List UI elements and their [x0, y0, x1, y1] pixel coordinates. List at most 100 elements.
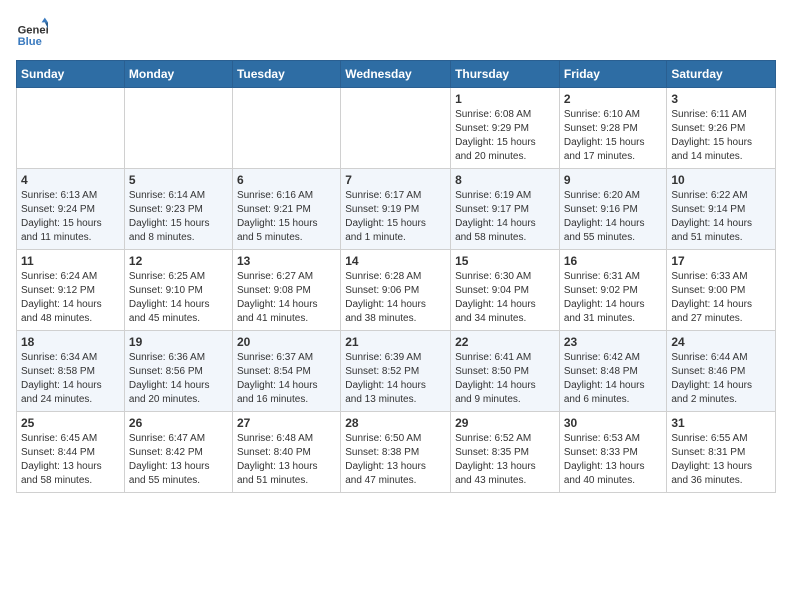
day-number: 29: [455, 416, 555, 430]
day-info: Sunrise: 6:17 AM Sunset: 9:19 PM Dayligh…: [345, 189, 446, 245]
calendar-cell: 2 Sunrise: 6:10 AM Sunset: 9:28 PM Daylig…: [559, 88, 667, 169]
calendar-cell: [17, 88, 125, 169]
day-number: 26: [129, 416, 228, 430]
calendar-cell: 24 Sunrise: 6:44 AM Sunset: 8:46 PM Dayli…: [667, 331, 776, 412]
day-info: Sunrise: 6:42 AM Sunset: 8:48 PM Dayligh…: [564, 351, 663, 407]
calendar-cell: 4 Sunrise: 6:13 AM Sunset: 9:24 PM Daylig…: [17, 169, 125, 250]
day-info: Sunrise: 6:19 AM Sunset: 9:17 PM Dayligh…: [455, 189, 555, 245]
day-number: 22: [455, 335, 555, 349]
day-info: Sunrise: 6:41 AM Sunset: 8:50 PM Dayligh…: [455, 351, 555, 407]
day-info: Sunrise: 6:25 AM Sunset: 9:10 PM Dayligh…: [129, 270, 228, 326]
calendar-cell: 31 Sunrise: 6:55 AM Sunset: 8:31 PM Dayli…: [667, 412, 776, 493]
day-info: Sunrise: 6:50 AM Sunset: 8:38 PM Dayligh…: [345, 432, 446, 488]
svg-text:General: General: [18, 25, 48, 37]
day-header-tuesday: Tuesday: [232, 61, 340, 88]
calendar-cell: 19Sunrise: 6:36 AM Sunset: 8:56 PM Dayli…: [124, 331, 232, 412]
day-number: 25: [21, 416, 120, 430]
day-info: Sunrise: 6:16 AM Sunset: 9:21 PM Dayligh…: [237, 189, 336, 245]
day-info: Sunrise: 6:27 AM Sunset: 9:08 PM Dayligh…: [237, 270, 336, 326]
day-number: 23: [564, 335, 663, 349]
calendar-cell: 27 Sunrise: 6:48 AM Sunset: 8:40 PM Dayli…: [232, 412, 340, 493]
day-header-monday: Monday: [124, 61, 232, 88]
calendar-cell: 18Sunrise: 6:34 AM Sunset: 8:58 PM Dayli…: [17, 331, 125, 412]
day-number: 15: [455, 254, 555, 268]
logo: General Blue: [16, 16, 48, 48]
day-info: Sunrise: 6:20 AM Sunset: 9:16 PM Dayligh…: [564, 189, 663, 245]
calendar-cell: 28 Sunrise: 6:50 AM Sunset: 8:38 PM Dayli…: [341, 412, 451, 493]
day-number: 31: [671, 416, 771, 430]
day-info: Sunrise: 6:36 AM Sunset: 8:56 PM Dayligh…: [129, 351, 228, 407]
day-number: 4: [21, 173, 120, 187]
day-number: 13: [237, 254, 336, 268]
day-number: 20: [237, 335, 336, 349]
day-number: 2: [564, 92, 663, 106]
day-number: 8: [455, 173, 555, 187]
day-info: Sunrise: 6:14 AM Sunset: 9:23 PM Dayligh…: [129, 189, 228, 245]
calendar-cell: 12 Sunrise: 6:25 AM Sunset: 9:10 PM Dayli…: [124, 250, 232, 331]
day-info: Sunrise: 6:53 AM Sunset: 8:33 PM Dayligh…: [564, 432, 663, 488]
day-number: 27: [237, 416, 336, 430]
day-header-wednesday: Wednesday: [341, 61, 451, 88]
day-info: Sunrise: 6:08 AM Sunset: 9:29 PM Dayligh…: [455, 108, 555, 164]
svg-text:Blue: Blue: [18, 36, 42, 48]
calendar-cell: 1 Sunrise: 6:08 AM Sunset: 9:29 PM Daylig…: [451, 88, 560, 169]
calendar-cell: 5 Sunrise: 6:14 AM Sunset: 9:23 PM Daylig…: [124, 169, 232, 250]
day-info: Sunrise: 6:34 AM Sunset: 8:58 PM Dayligh…: [21, 351, 120, 407]
day-header-thursday: Thursday: [451, 61, 560, 88]
calendar-cell: 16Sunrise: 6:31 AM Sunset: 9:02 PM Dayli…: [559, 250, 667, 331]
logo-icon: General Blue: [16, 16, 48, 48]
day-number: 6: [237, 173, 336, 187]
day-number: 1: [455, 92, 555, 106]
calendar-cell: 15 Sunrise: 6:30 AM Sunset: 9:04 PM Dayli…: [451, 250, 560, 331]
calendar-cell: 3 Sunrise: 6:11 AM Sunset: 9:26 PM Daylig…: [667, 88, 776, 169]
calendar-table: SundayMondayTuesdayWednesdayThursdayFrid…: [16, 60, 776, 493]
calendar-cell: 11Sunrise: 6:24 AM Sunset: 9:12 PM Dayli…: [17, 250, 125, 331]
day-number: 17: [671, 254, 771, 268]
day-number: 10: [671, 173, 771, 187]
day-info: Sunrise: 6:52 AM Sunset: 8:35 PM Dayligh…: [455, 432, 555, 488]
day-number: 7: [345, 173, 446, 187]
day-number: 14: [345, 254, 446, 268]
day-number: 5: [129, 173, 228, 187]
calendar-cell: 22 Sunrise: 6:41 AM Sunset: 8:50 PM Dayli…: [451, 331, 560, 412]
day-info: Sunrise: 6:48 AM Sunset: 8:40 PM Dayligh…: [237, 432, 336, 488]
day-info: Sunrise: 6:39 AM Sunset: 8:52 PM Dayligh…: [345, 351, 446, 407]
day-number: 12: [129, 254, 228, 268]
calendar-cell: 23 Sunrise: 6:42 AM Sunset: 8:48 PM Dayli…: [559, 331, 667, 412]
day-info: Sunrise: 6:33 AM Sunset: 9:00 PM Dayligh…: [671, 270, 771, 326]
calendar-cell: 21 Sunrise: 6:39 AM Sunset: 8:52 PM Dayli…: [341, 331, 451, 412]
day-info: Sunrise: 6:47 AM Sunset: 8:42 PM Dayligh…: [129, 432, 228, 488]
day-header-saturday: Saturday: [667, 61, 776, 88]
calendar-cell: 6 Sunrise: 6:16 AM Sunset: 9:21 PM Daylig…: [232, 169, 340, 250]
calendar-cell: 7 Sunrise: 6:17 AM Sunset: 9:19 PM Daylig…: [341, 169, 451, 250]
day-number: 9: [564, 173, 663, 187]
calendar-cell: 25 Sunrise: 6:45 AM Sunset: 8:44 PM Dayli…: [17, 412, 125, 493]
calendar-cell: [124, 88, 232, 169]
day-info: Sunrise: 6:13 AM Sunset: 9:24 PM Dayligh…: [21, 189, 120, 245]
calendar-cell: [341, 88, 451, 169]
day-number: 16: [564, 254, 663, 268]
day-info: Sunrise: 6:11 AM Sunset: 9:26 PM Dayligh…: [671, 108, 771, 164]
header: General Blue: [16, 16, 776, 48]
calendar-cell: 13 Sunrise: 6:27 AM Sunset: 9:08 PM Dayli…: [232, 250, 340, 331]
calendar-cell: 10 Sunrise: 6:22 AM Sunset: 9:14 PM Dayli…: [667, 169, 776, 250]
day-info: Sunrise: 6:10 AM Sunset: 9:28 PM Dayligh…: [564, 108, 663, 164]
day-info: Sunrise: 6:22 AM Sunset: 9:14 PM Dayligh…: [671, 189, 771, 245]
day-info: Sunrise: 6:44 AM Sunset: 8:46 PM Dayligh…: [671, 351, 771, 407]
day-info: Sunrise: 6:24 AM Sunset: 9:12 PM Dayligh…: [21, 270, 120, 326]
day-info: Sunrise: 6:30 AM Sunset: 9:04 PM Dayligh…: [455, 270, 555, 326]
day-number: 21: [345, 335, 446, 349]
day-number: 3: [671, 92, 771, 106]
day-info: Sunrise: 6:45 AM Sunset: 8:44 PM Dayligh…: [21, 432, 120, 488]
day-header-sunday: Sunday: [17, 61, 125, 88]
day-number: 28: [345, 416, 446, 430]
calendar-cell: 17 Sunrise: 6:33 AM Sunset: 9:00 PM Dayli…: [667, 250, 776, 331]
calendar-cell: 30Sunrise: 6:53 AM Sunset: 8:33 PM Dayli…: [559, 412, 667, 493]
day-info: Sunrise: 6:28 AM Sunset: 9:06 PM Dayligh…: [345, 270, 446, 326]
calendar-cell: 29 Sunrise: 6:52 AM Sunset: 8:35 PM Dayli…: [451, 412, 560, 493]
calendar-cell: [232, 88, 340, 169]
day-number: 24: [671, 335, 771, 349]
day-info: Sunrise: 6:55 AM Sunset: 8:31 PM Dayligh…: [671, 432, 771, 488]
calendar-cell: 9 Sunrise: 6:20 AM Sunset: 9:16 PM Daylig…: [559, 169, 667, 250]
calendar-cell: 20Sunrise: 6:37 AM Sunset: 8:54 PM Dayli…: [232, 331, 340, 412]
